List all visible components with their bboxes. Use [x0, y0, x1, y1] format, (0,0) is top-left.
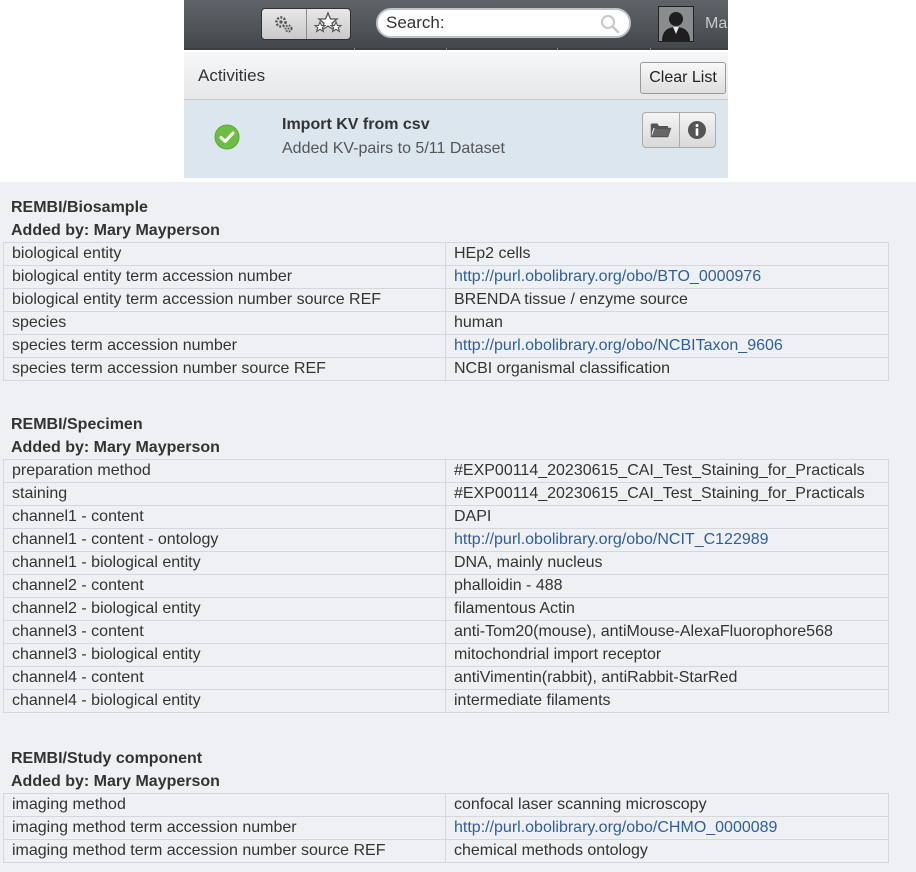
- toolbar-button-group: [261, 8, 351, 40]
- kv-key: imaging method: [3, 793, 446, 817]
- table-row: imaging method term accession number sou…: [3, 839, 889, 863]
- kv-key: channel4 - biological entity: [3, 689, 446, 713]
- table-row: channel2 - content phalloidin - 488: [3, 574, 889, 598]
- kv-key: preparation method: [3, 459, 446, 483]
- activity-actions: [642, 112, 716, 148]
- activity-item: Import KV from csv Added KV-pairs to 5/1…: [184, 100, 728, 178]
- table-row: biological entity HEp2 cells: [3, 242, 889, 266]
- annotation-group-biosample: REMBI/Biosample Added by: Mary Mayperson…: [0, 198, 890, 381]
- gears-icon: [275, 16, 293, 33]
- key-value-annotations: REMBI/Biosample Added by: Mary Mayperson…: [0, 182, 916, 872]
- success-check-icon: [214, 124, 240, 150]
- kv-key: biological entity: [3, 242, 446, 266]
- kv-key: channel2 - biological entity: [3, 597, 446, 621]
- kv-value: chemical methods ontology: [445, 839, 889, 863]
- annotation-group-specimen: REMBI/Specimen Added by: Mary Mayperson …: [0, 415, 890, 713]
- kv-key: channel2 - content: [3, 574, 446, 598]
- table-row: biological entity term accession number …: [3, 288, 889, 312]
- kv-key: species: [3, 311, 446, 335]
- kv-value: human: [445, 311, 889, 335]
- kv-value: intermediate filaments: [445, 689, 889, 713]
- table-row: channel4 - content antiVimentin(rabbit), …: [3, 666, 889, 690]
- kv-value: phalloidin - 488: [445, 574, 889, 598]
- key-value-table: imaging method confocal laser scanning mi…: [3, 793, 889, 863]
- top-toolbar: Ma: [184, 0, 728, 50]
- kv-key: channel1 - content - ontology: [3, 528, 446, 552]
- kv-key: channel4 - content: [3, 666, 446, 690]
- table-row: preparation method #EXP00114_20230615_CAI…: [3, 459, 889, 483]
- table-row: channel3 - biological entity mitochondria…: [3, 643, 889, 667]
- kv-value: mitochondrial import receptor: [445, 643, 889, 667]
- clear-list-button[interactable]: Clear List: [640, 62, 726, 94]
- kv-key: channel3 - biological entity: [3, 643, 446, 667]
- kv-value: antiVimentin(rabbit), antiRabbit-StarRed: [445, 666, 889, 690]
- annotation-owner: Added by: Mary Mayperson: [11, 773, 220, 790]
- kv-key: channel3 - content: [3, 620, 446, 644]
- table-row: species term accession number source REF…: [3, 357, 889, 381]
- annotation-namespace: REMBI/Biosample: [11, 199, 148, 216]
- table-row: channel1 - content - ontology http://purl…: [3, 528, 889, 552]
- user-icon: [659, 7, 693, 41]
- kv-value-link[interactable]: http://purl.obolibrary.org/obo/NCIT_C122…: [454, 531, 769, 548]
- kv-value-link[interactable]: http://purl.obolibrary.org/obo/BTO_00009…: [454, 268, 761, 285]
- kv-key: biological entity term accession number: [3, 265, 446, 289]
- open-folder-button[interactable]: [643, 113, 679, 147]
- activity-name: Import KV from csv: [282, 116, 430, 133]
- table-row: channel1 - biological entity DNA, mainly …: [3, 551, 889, 575]
- annotation-namespace: REMBI/Specimen: [11, 416, 143, 433]
- table-row: channel2 - biological entity filamentous …: [3, 597, 889, 621]
- kv-key: imaging method term accession number: [3, 816, 446, 840]
- activities-header: Activities Clear List: [184, 52, 728, 100]
- table-row: channel1 - content DAPI: [3, 505, 889, 529]
- share-button[interactable]: [305, 9, 351, 39]
- kv-value: filamentous Actin: [445, 597, 889, 621]
- key-value-table: preparation method #EXP00114_20230615_CAI…: [3, 459, 889, 713]
- kv-key: species term accession number: [3, 334, 446, 358]
- kv-value: HEp2 cells: [445, 242, 889, 266]
- annotation-namespace: REMBI/Study component: [11, 750, 203, 767]
- kv-value: #EXP00114_20230615_CAI_Test_Staining_for…: [445, 459, 889, 483]
- kv-key: species term accession number source REF: [3, 357, 446, 381]
- kv-value: DNA, mainly nucleus: [445, 551, 889, 575]
- annotation-owner: Added by: Mary Mayperson: [11, 439, 220, 456]
- kv-key: biological entity term accession number …: [3, 288, 446, 312]
- activities-title: Activities: [198, 66, 266, 85]
- table-row: staining #EXP00114_20230615_CAI_Test_Stai…: [3, 482, 889, 506]
- kv-value: NCBI organismal classification: [445, 357, 889, 381]
- scripts-button[interactable]: [262, 9, 306, 39]
- kv-key: imaging method term accession number sou…: [3, 839, 446, 863]
- username-label[interactable]: Ma: [705, 15, 727, 33]
- kv-value: #EXP00114_20230615_CAI_Test_Staining_for…: [445, 482, 889, 506]
- kv-value: anti-Tom20(mouse), antiMouse-AlexaFluoro…: [445, 620, 889, 644]
- info-button[interactable]: [678, 113, 716, 147]
- kv-key: channel1 - content: [3, 505, 446, 529]
- stars-icon: [313, 11, 343, 33]
- kv-value-link[interactable]: http://purl.obolibrary.org/obo/NCBITaxon…: [454, 337, 783, 354]
- annotation-group-study-component: REMBI/Study component Added by: Mary May…: [0, 749, 890, 863]
- kv-value: confocal laser scanning microscopy: [445, 793, 889, 817]
- annotation-owner: Added by: Mary Mayperson: [11, 222, 220, 239]
- toolbar-divider: [184, 48, 728, 50]
- table-row: channel4 - biological entity intermediate…: [3, 689, 889, 713]
- table-row: imaging method confocal laser scanning mi…: [3, 793, 889, 817]
- search-input[interactable]: [386, 13, 591, 33]
- table-row: biological entity term accession number h…: [3, 265, 889, 289]
- kv-value-link[interactable]: http://purl.obolibrary.org/obo/CHMO_0000…: [454, 819, 777, 836]
- user-avatar[interactable]: [658, 6, 694, 42]
- kv-value: DAPI: [445, 505, 889, 529]
- table-row: species term accession number http://purl…: [3, 334, 889, 358]
- search-box: [376, 8, 631, 38]
- table-row: imaging method term accession number http…: [3, 816, 889, 840]
- key-value-table: biological entity HEp2 cells biological e…: [3, 242, 889, 381]
- info-icon: [688, 121, 707, 139]
- activity-message: Added KV-pairs to 5/11 Dataset: [282, 140, 505, 157]
- table-row: channel3 - content anti-Tom20(mouse), ant…: [3, 620, 889, 644]
- kv-key: channel1 - biological entity: [3, 551, 446, 575]
- table-row: species human: [3, 311, 889, 335]
- kv-key: staining: [3, 482, 446, 506]
- activities-panel: Activities Clear List Import KV from csv…: [184, 52, 728, 178]
- folder-icon: [650, 123, 672, 138]
- search-icon[interactable]: [599, 13, 621, 35]
- kv-value: BRENDA tissue / enzyme source: [445, 288, 889, 312]
